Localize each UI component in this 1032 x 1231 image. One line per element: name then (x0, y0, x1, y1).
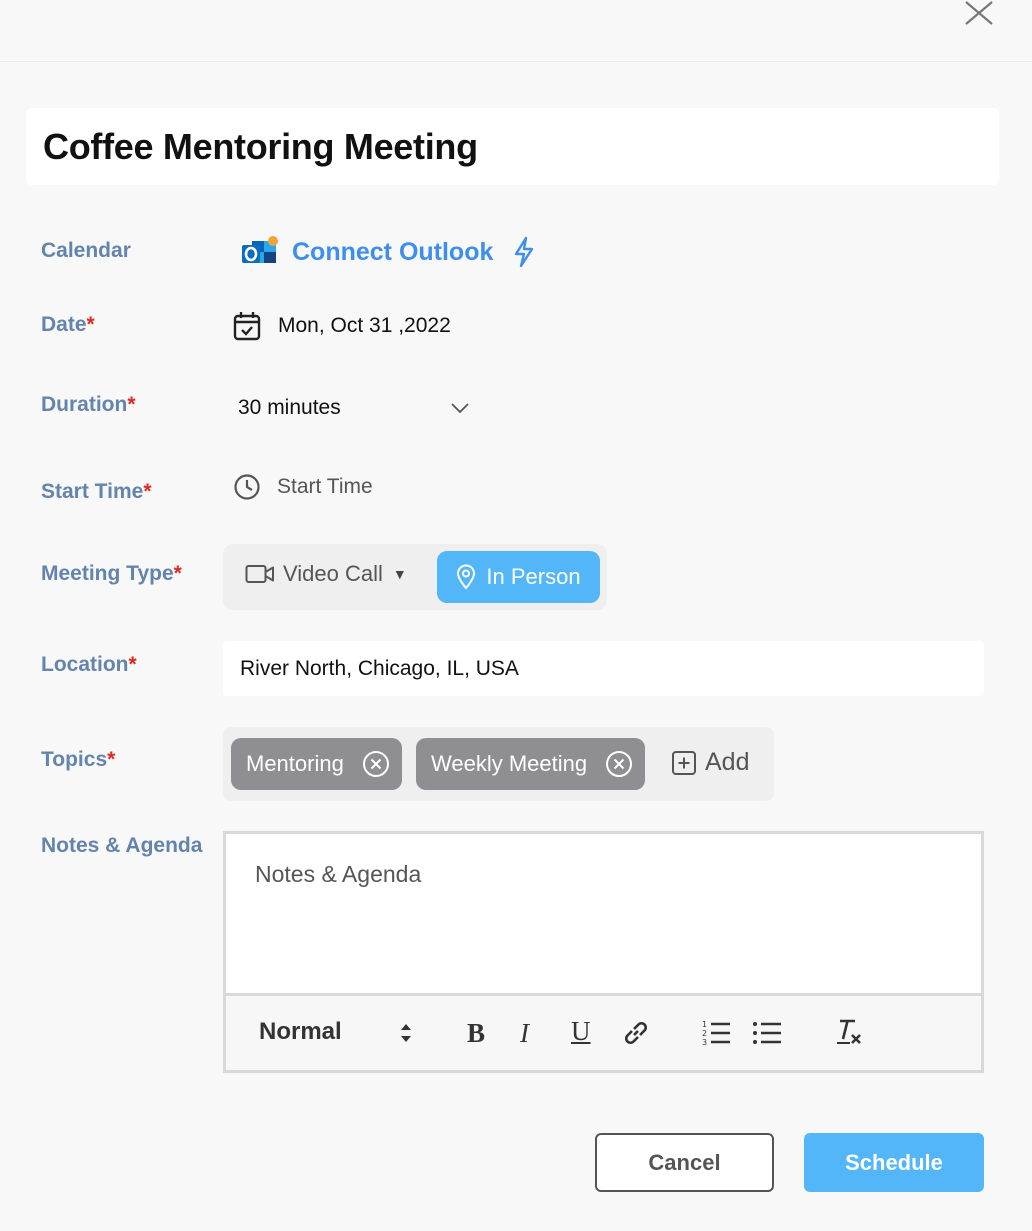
italic-button[interactable]: I (520, 1018, 529, 1049)
meeting-type-toggle: Video Call ▼ In Person (223, 544, 607, 610)
format-select[interactable]: Normal (259, 1018, 342, 1046)
svg-text:1: 1 (702, 1020, 707, 1029)
topic-chip: Mentoring (231, 738, 402, 790)
dialog-header (0, 0, 1032, 62)
caret-down-icon: ▼ (392, 566, 407, 582)
meeting-type-label: Meeting Type* (41, 562, 182, 585)
calendar-label: Calendar (41, 239, 131, 262)
editor-toolbar: Normal B I U 1 2 3 (226, 993, 981, 1070)
video-camera-icon (245, 565, 274, 583)
format-select-arrows[interactable] (398, 1020, 414, 1046)
close-circle-icon (362, 751, 389, 777)
start-time-placeholder: Start Time (277, 475, 373, 498)
close-icon (965, 1, 993, 25)
svg-text:3: 3 (702, 1038, 707, 1047)
location-label: Location* (41, 653, 137, 676)
duration-value: 30 minutes (238, 396, 341, 419)
topics-field: Mentoring Weekly Meeting Add (223, 727, 774, 801)
calendar-check-icon (233, 312, 261, 341)
bullet-list-icon (753, 1022, 781, 1044)
link-icon (624, 1021, 648, 1045)
add-topic-button[interactable]: Add (671, 748, 749, 777)
notes-label: Notes & Agenda (41, 834, 203, 857)
start-time-label: Start Time* (41, 480, 152, 503)
remove-topic-button[interactable] (362, 750, 390, 778)
location-input[interactable] (223, 641, 984, 696)
topics-label: Topics* (41, 748, 116, 771)
remove-topic-button[interactable] (605, 750, 633, 778)
schedule-button[interactable]: Schedule (804, 1133, 984, 1192)
topic-chip-label: Mentoring (246, 751, 344, 776)
ordered-list-icon: 1 2 3 (702, 1020, 730, 1047)
sort-arrows-icon (401, 1024, 411, 1042)
date-field[interactable]: Mon, Oct 31 ,2022 (232, 310, 451, 342)
link-button[interactable] (621, 1018, 651, 1048)
duration-label: Duration* (41, 393, 136, 416)
video-call-option[interactable]: Video Call ▼ (245, 561, 407, 587)
date-label: Date* (41, 313, 95, 336)
bold-button[interactable]: B (467, 1018, 485, 1049)
date-value: Mon, Oct 31 ,2022 (278, 314, 451, 337)
clock-icon (234, 474, 260, 500)
video-call-label: Video Call (283, 561, 383, 586)
bullet-list-button[interactable] (752, 1018, 782, 1048)
topic-chip: Weekly Meeting (416, 738, 646, 790)
add-topic-label: Add (705, 748, 750, 776)
bolt-icon (515, 236, 534, 268)
connect-outlook-label: Connect Outlook (292, 237, 494, 266)
in-person-option[interactable]: In Person (437, 551, 600, 603)
topic-chip-label: Weekly Meeting (431, 751, 588, 776)
notes-placeholder: Notes & Agenda (255, 861, 422, 887)
chevron-down-icon (451, 403, 469, 414)
title-box[interactable]: Coffee Mentoring Meeting (26, 108, 999, 185)
notes-editor: Notes & Agenda Normal B I U 1 2 3 (223, 831, 984, 1073)
duration-select[interactable]: 30 minutes (238, 392, 470, 424)
outlook-icon (242, 236, 278, 263)
cancel-button[interactable]: Cancel (595, 1133, 774, 1192)
connect-outlook-button[interactable]: Connect Outlook (240, 233, 535, 271)
map-pin-icon (457, 564, 476, 590)
plus-square-icon (672, 750, 696, 775)
close-circle-icon (606, 751, 633, 777)
clear-format-button[interactable] (833, 1017, 863, 1047)
start-time-picker[interactable]: Start Time (233, 473, 373, 501)
in-person-label: In Person (486, 564, 581, 589)
ordered-list-button[interactable]: 1 2 3 (701, 1018, 731, 1048)
clear-format-icon (837, 1019, 861, 1044)
underline-button[interactable]: U (571, 1016, 591, 1047)
notes-textarea[interactable]: Notes & Agenda (226, 834, 981, 993)
svg-text:2: 2 (702, 1029, 707, 1038)
close-button[interactable] (960, 0, 1000, 30)
meeting-title[interactable]: Coffee Mentoring Meeting (43, 126, 478, 168)
